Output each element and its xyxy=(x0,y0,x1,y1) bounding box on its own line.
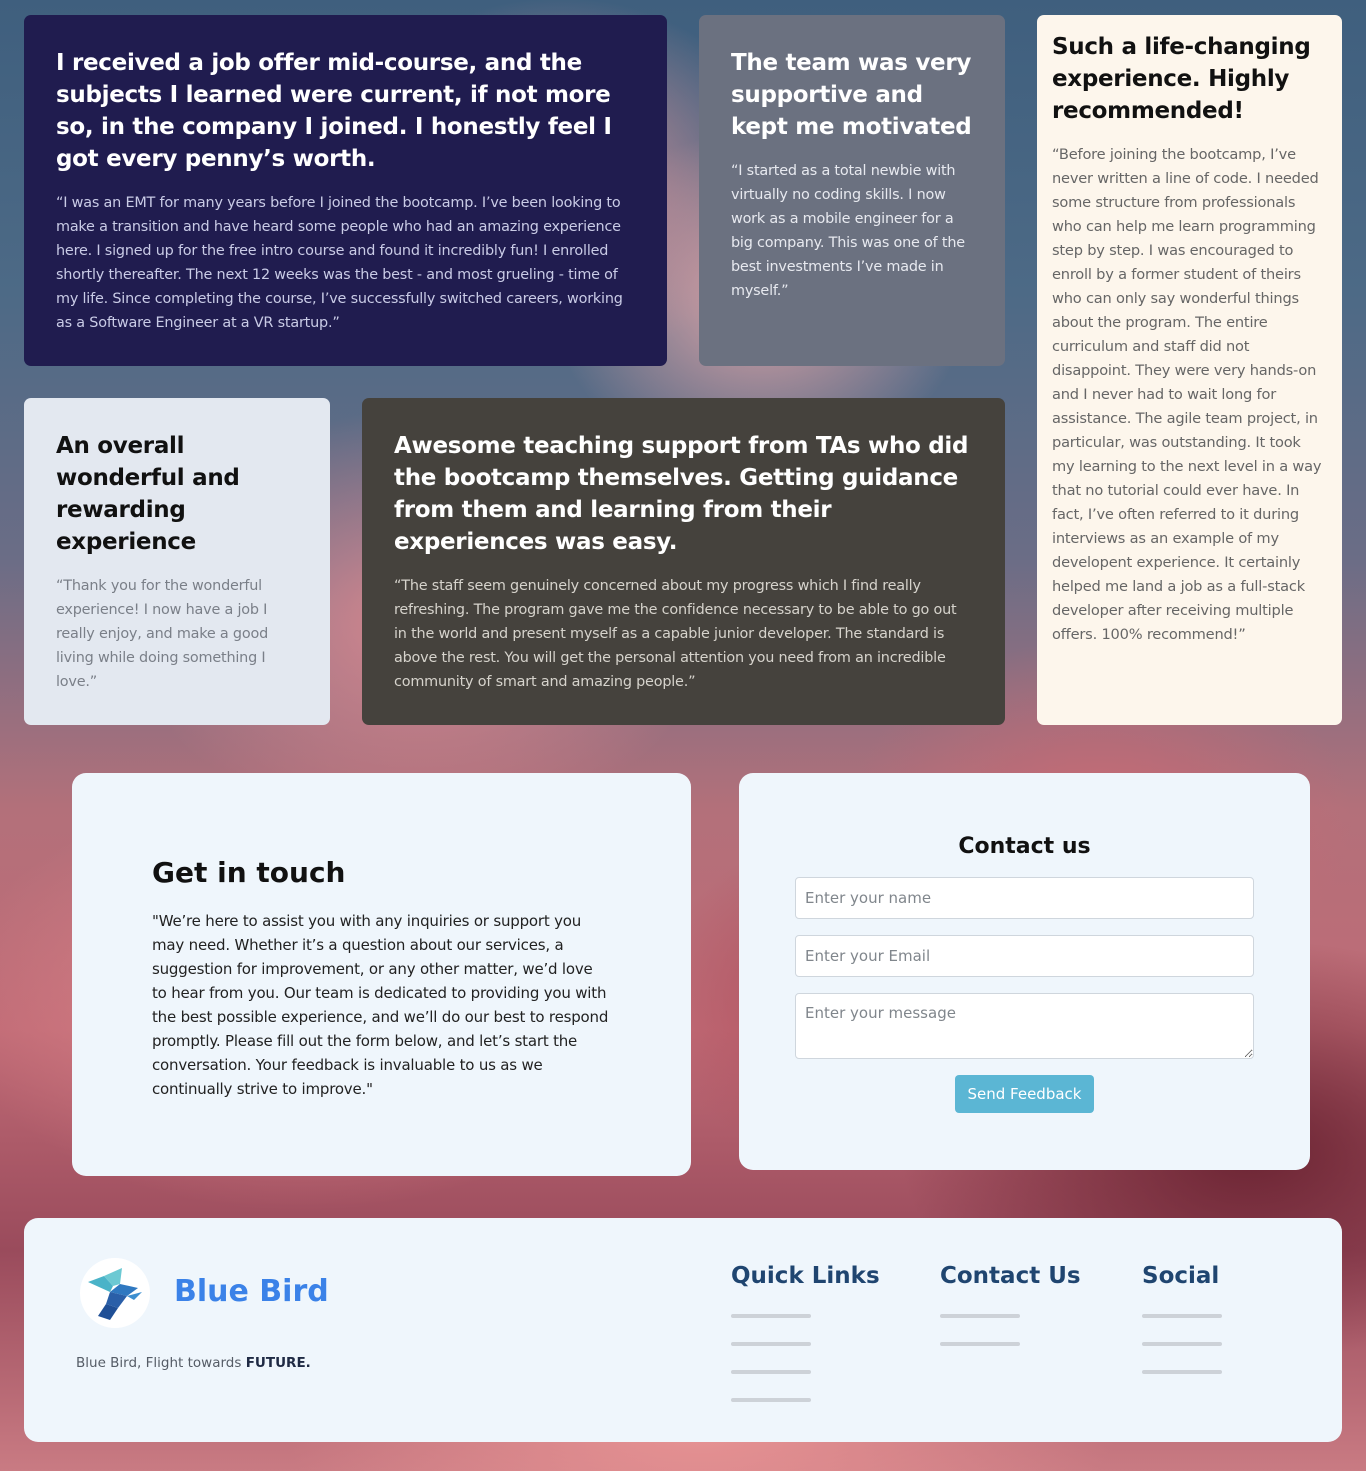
brand-tagline: Blue Bird, Flight towards FUTURE. xyxy=(76,1355,311,1371)
tagline-text: Blue Bird, Flight towards xyxy=(76,1355,246,1371)
link-placeholder[interactable] xyxy=(731,1342,811,1346)
get-in-touch-panel: Get in touch "We’re here to assist you w… xyxy=(72,773,691,1176)
name-input[interactable] xyxy=(795,877,1254,919)
site-footer: Blue Bird Blue Bird, Flight towards FUTU… xyxy=(24,1218,1342,1442)
testimonial-title: The team was very supportive and kept me… xyxy=(731,50,972,140)
blue-bird-logo-icon[interactable] xyxy=(80,1258,150,1328)
link-placeholder[interactable] xyxy=(1142,1314,1222,1318)
testimonial-card: Awesome teaching support from TAs who di… xyxy=(362,398,1005,725)
contact-form: Contact us Send Feedback xyxy=(739,773,1310,1170)
link-placeholder[interactable] xyxy=(731,1314,811,1318)
testimonial-quote: “I started as a total newbie with virtua… xyxy=(731,163,965,299)
footer-column-heading: Quick Links xyxy=(731,1263,880,1289)
footer-column-heading: Contact Us xyxy=(940,1263,1081,1289)
testimonial-title: Such a life-changing experience. Highly … xyxy=(1052,34,1311,124)
footer-contact-us: Contact Us xyxy=(940,1260,1081,1370)
testimonial-card: Such a life-changing experience. Highly … xyxy=(1037,15,1342,725)
testimonial-title: Awesome teaching support from TAs who di… xyxy=(394,433,969,555)
testimonial-card: I received a job offer mid-course, and t… xyxy=(24,15,667,366)
testimonial-quote: “I was an EMT for many years before I jo… xyxy=(56,195,623,331)
link-placeholder[interactable] xyxy=(940,1314,1020,1318)
link-placeholder[interactable] xyxy=(731,1370,811,1374)
message-textarea[interactable] xyxy=(795,993,1254,1059)
testimonial-card: An overall wonderful and rewarding exper… xyxy=(24,398,330,725)
link-placeholder[interactable] xyxy=(1142,1342,1222,1346)
testimonial-title: I received a job offer mid-course, and t… xyxy=(56,50,612,172)
footer-column-heading: Social xyxy=(1142,1263,1220,1289)
tagline-emphasis: FUTURE. xyxy=(245,1355,311,1371)
link-placeholder[interactable] xyxy=(731,1398,811,1402)
email-input[interactable] xyxy=(795,935,1254,977)
testimonial-title: An overall wonderful and rewarding exper… xyxy=(56,433,240,555)
footer-social: Social xyxy=(1142,1260,1222,1398)
testimonial-card: The team was very supportive and kept me… xyxy=(699,15,1005,366)
footer-quick-links: Quick Links xyxy=(731,1260,880,1426)
contact-form-heading: Contact us xyxy=(958,834,1091,859)
get-in-touch-heading: Get in touch xyxy=(152,856,346,889)
testimonial-quote: “The staff seem genuinely concerned abou… xyxy=(394,578,957,690)
brand-name[interactable]: Blue Bird xyxy=(174,1274,329,1309)
link-placeholder[interactable] xyxy=(1142,1370,1222,1374)
send-feedback-button[interactable]: Send Feedback xyxy=(955,1075,1094,1113)
link-placeholder[interactable] xyxy=(940,1342,1020,1346)
testimonial-quote: “Thank you for the wonderful experience!… xyxy=(56,578,269,690)
get-in-touch-text: "We’re here to assist you with any inqui… xyxy=(152,912,609,1098)
testimonial-quote: “Before joining the bootcamp, I’ve never… xyxy=(1052,146,1322,643)
